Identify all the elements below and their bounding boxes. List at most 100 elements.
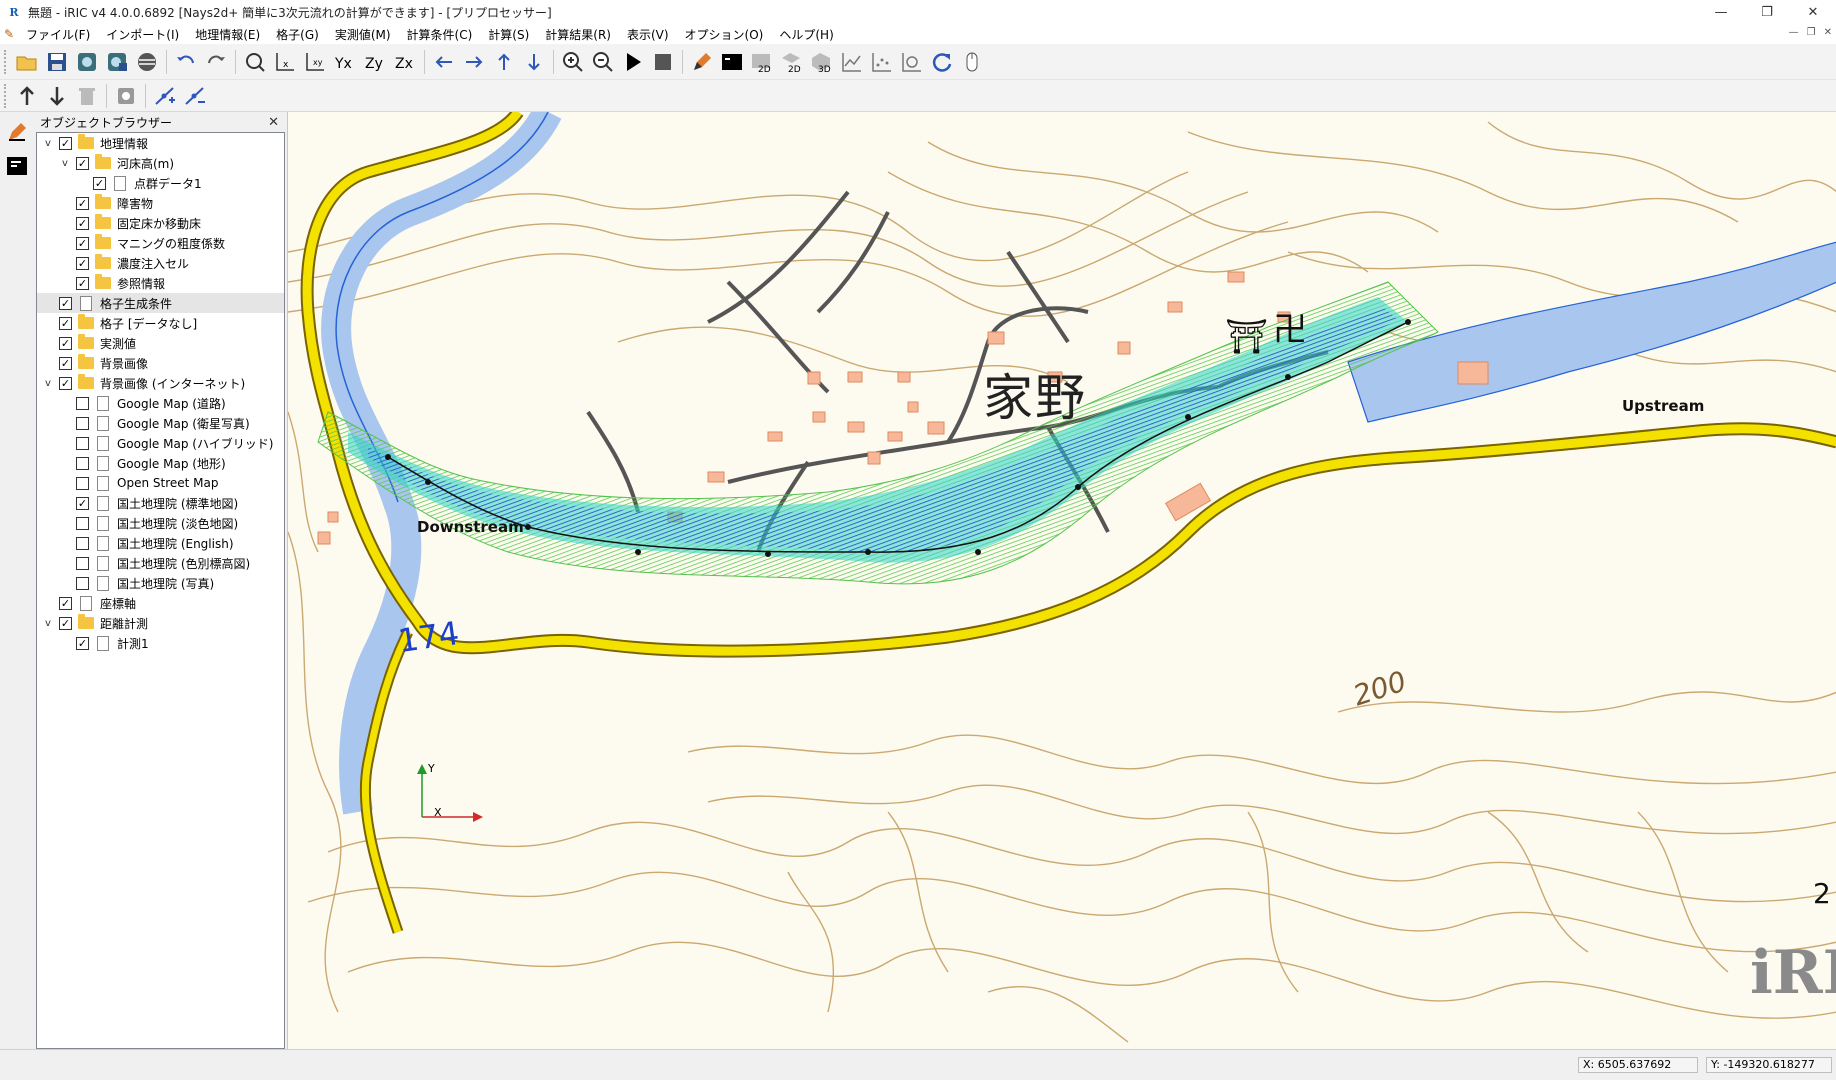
maximize-button[interactable]: ❐: [1744, 0, 1790, 24]
expand-chevron-icon[interactable]: v: [41, 376, 55, 390]
visibility-checkbox[interactable]: ✓: [76, 636, 89, 650]
redo-icon[interactable]: [202, 48, 230, 76]
open-icon[interactable]: [13, 48, 41, 76]
mdi-minimize-button[interactable]: —: [1789, 27, 1799, 38]
move-down-icon[interactable]: [43, 82, 71, 110]
expand-chevron-icon[interactable]: v: [58, 156, 72, 170]
globe-icon[interactable]: [133, 48, 161, 76]
tree-item[interactable]: Google Map (道路): [37, 393, 284, 413]
menu-grid[interactable]: 格子(G): [268, 26, 327, 43]
tree-item[interactable]: ✓ 参照情報: [37, 273, 284, 293]
yx-axis-icon[interactable]: Yx: [331, 48, 359, 76]
menu-measured[interactable]: 実測値(M): [327, 26, 399, 43]
map-view[interactable]: Downstream Upstream 家野 174 200 2 ⛩ 卍 X Y…: [287, 112, 1836, 1049]
visibility-checkbox[interactable]: [76, 576, 89, 590]
object-property-icon[interactable]: [3, 152, 31, 180]
visibility-checkbox[interactable]: ✓: [59, 356, 72, 370]
tree-item[interactable]: 国土地理院 (色別標高図): [37, 553, 284, 573]
panel-close-button[interactable]: ✕: [268, 115, 279, 130]
zy-axis-icon[interactable]: Zy: [361, 48, 389, 76]
menu-import[interactable]: インポート(I): [98, 26, 187, 43]
2d-icon[interactable]: 2D: [748, 48, 776, 76]
tree-item[interactable]: ✓ 固定床か移動床: [37, 213, 284, 233]
tree-item[interactable]: v ✓ 河床高(m): [37, 153, 284, 173]
menu-geodata[interactable]: 地理情報(E): [187, 26, 268, 43]
visibility-checkbox[interactable]: ✓: [76, 276, 89, 290]
visibility-checkbox[interactable]: ✓: [59, 616, 72, 630]
tree-item[interactable]: Google Map (衛星写真): [37, 413, 284, 433]
tree-item[interactable]: ✓ 濃度注入セル: [37, 253, 284, 273]
search-graph-icon[interactable]: [898, 48, 926, 76]
tree-item[interactable]: v ✓ 地理情報: [37, 133, 284, 153]
visibility-checkbox[interactable]: ✓: [76, 496, 89, 510]
arrow-left-icon[interactable]: [430, 48, 458, 76]
tree-item[interactable]: ✓ マニングの粗度係数: [37, 233, 284, 253]
menu-view[interactable]: 表示(V): [619, 26, 677, 43]
remove-point-icon[interactable]: [181, 82, 209, 110]
visibility-checkbox[interactable]: ✓: [93, 176, 106, 190]
graph-icon[interactable]: [838, 48, 866, 76]
play-icon[interactable]: [619, 48, 647, 76]
scatter-icon[interactable]: [868, 48, 896, 76]
mouse-icon[interactable]: [958, 48, 986, 76]
refresh-icon[interactable]: [928, 48, 956, 76]
visibility-checkbox[interactable]: ✓: [76, 256, 89, 270]
tree-item[interactable]: 国土地理院 (English): [37, 533, 284, 553]
tree-item[interactable]: ✓ 障害物: [37, 193, 284, 213]
project-icon[interactable]: [73, 48, 101, 76]
zoom-in-icon[interactable]: [559, 48, 587, 76]
3d-icon[interactable]: 3D: [808, 48, 836, 76]
tree-item[interactable]: ✓ 点群データ1: [37, 173, 284, 193]
arrow-down-icon[interactable]: [520, 48, 548, 76]
tree-item[interactable]: ✓ 実測値: [37, 333, 284, 353]
arrow-right-icon[interactable]: [460, 48, 488, 76]
visibility-checkbox[interactable]: ✓: [59, 376, 72, 390]
visibility-checkbox[interactable]: ✓: [76, 236, 89, 250]
menu-calculate[interactable]: 計算(S): [480, 26, 537, 43]
toolbar-grip[interactable]: [4, 83, 8, 108]
pencil-icon[interactable]: [688, 48, 716, 76]
add-point-icon[interactable]: [151, 82, 179, 110]
visibility-checkbox[interactable]: ✓: [59, 336, 72, 350]
arrow-up-icon[interactable]: [490, 48, 518, 76]
zx-axis-icon[interactable]: Zx: [391, 48, 419, 76]
project-save-icon[interactable]: [103, 48, 131, 76]
tree-item[interactable]: ✓ 格子 [データなし]: [37, 313, 284, 333]
mdi-restore-button[interactable]: ❐: [1807, 27, 1816, 38]
tree-item[interactable]: Google Map (地形): [37, 453, 284, 473]
settings-icon[interactable]: [112, 82, 140, 110]
visibility-checkbox[interactable]: ✓: [59, 136, 72, 150]
visibility-checkbox[interactable]: [76, 516, 89, 530]
visibility-checkbox[interactable]: [76, 416, 89, 430]
visibility-checkbox[interactable]: [76, 536, 89, 550]
stop-icon[interactable]: [649, 48, 677, 76]
visibility-checkbox[interactable]: ✓: [76, 196, 89, 210]
visibility-checkbox[interactable]: [76, 456, 89, 470]
visibility-checkbox[interactable]: ✓: [59, 316, 72, 330]
xy-axis-icon[interactable]: xy: [301, 48, 329, 76]
visibility-checkbox[interactable]: ✓: [76, 156, 89, 170]
mdi-close-button[interactable]: ✕: [1824, 27, 1832, 38]
tree-item[interactable]: ✓ 国土地理院 (標準地図): [37, 493, 284, 513]
tree-item[interactable]: ✓ 計測1: [37, 633, 284, 653]
visibility-checkbox[interactable]: [76, 476, 89, 490]
menu-options[interactable]: オプション(O): [677, 26, 772, 43]
undo-icon[interactable]: [172, 48, 200, 76]
menu-help[interactable]: ヘルプ(H): [771, 26, 841, 43]
tree-item[interactable]: Open Street Map: [37, 473, 284, 493]
tree-item[interactable]: 国土地理院 (写真): [37, 573, 284, 593]
close-button[interactable]: ✕: [1790, 0, 1836, 24]
menu-file[interactable]: ファイル(F): [18, 26, 98, 43]
edit-object-icon[interactable]: [3, 118, 31, 146]
menu-calc-condition[interactable]: 計算条件(C): [399, 26, 481, 43]
tree-item[interactable]: ✓ 背景画像: [37, 353, 284, 373]
x-axis-icon[interactable]: x: [271, 48, 299, 76]
delete-icon[interactable]: [73, 82, 101, 110]
console-icon[interactable]: [718, 48, 746, 76]
2d-alt-icon[interactable]: 2D: [778, 48, 806, 76]
zoom-out-icon[interactable]: [589, 48, 617, 76]
tree-item[interactable]: ✓ 座標軸: [37, 593, 284, 613]
save-icon[interactable]: [43, 48, 71, 76]
move-up-icon[interactable]: [13, 82, 41, 110]
menu-results[interactable]: 計算結果(R): [537, 26, 619, 43]
